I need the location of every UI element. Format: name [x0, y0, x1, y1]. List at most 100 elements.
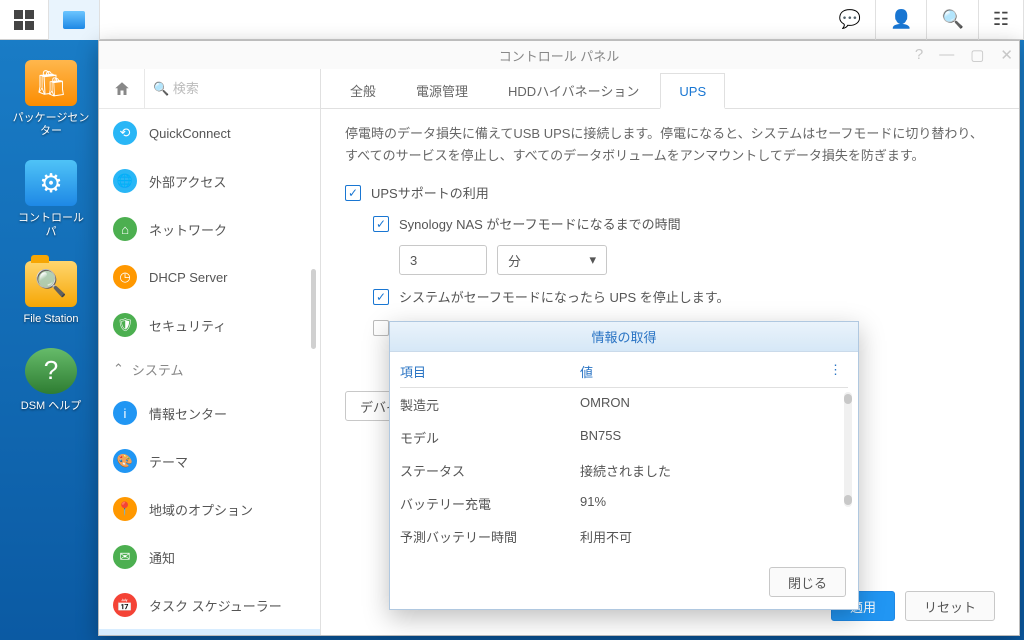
- desktop-control-panel[interactable]: ⚙ コントロール パ: [12, 160, 90, 238]
- sidebar-item-label: ネットワーク: [149, 220, 227, 239]
- taskbar: 💬 👤 🔍 ☷: [0, 0, 1024, 40]
- reset-button[interactable]: リセット: [905, 591, 995, 621]
- info-icon: i: [113, 401, 137, 425]
- tab-ups[interactable]: UPS: [660, 73, 725, 109]
- sidebar-item-label: QuickConnect: [149, 126, 231, 141]
- sidebar-item-info-center[interactable]: i 情報センター: [99, 389, 320, 437]
- tab-hdd-hibernation[interactable]: HDDハイバネーション: [489, 70, 658, 108]
- window-title: コントロール パネル: [499, 46, 620, 65]
- chevron-down-icon: ⌃: [113, 361, 124, 377]
- taskbar-search-button[interactable]: 🔍: [927, 0, 978, 40]
- sidebar-item-label: 地域のオプション: [149, 500, 253, 519]
- network-ups-checkbox[interactable]: ✓: [373, 320, 389, 336]
- shutdown-ups-label: システムがセーフモードになったら UPS を停止します。: [399, 287, 729, 306]
- apps-icon: [14, 10, 34, 30]
- chat-icon: 💬: [839, 9, 861, 30]
- message-icon: ✉: [113, 545, 137, 569]
- desktop-label: DSM ヘルプ: [21, 400, 82, 413]
- sidebar-item-external-access[interactable]: 🌐 外部アクセス: [99, 157, 320, 205]
- table-row: 予測バッテリー時間利用不可: [400, 520, 848, 553]
- desktop-icons: 🛍 パッケージセンター ⚙ コントロール パ 🔍 File Station ? …: [12, 60, 90, 413]
- sidebar-item-theme[interactable]: 🎨 テーマ: [99, 437, 320, 485]
- window-minimize-button[interactable]: —: [939, 46, 954, 64]
- tab-power-management[interactable]: 電源管理: [397, 70, 487, 108]
- file-station-icon: 🔍: [25, 261, 77, 307]
- taskbar-user-button[interactable]: 👤: [876, 0, 927, 40]
- taskbar-chat-button[interactable]: 💬: [825, 0, 876, 40]
- ups-support-checkbox[interactable]: ✓: [345, 185, 361, 201]
- safemode-time-unit-select[interactable]: 分▾: [497, 245, 607, 275]
- tabs: 全般 電源管理 HDDハイバネーション UPS: [321, 69, 1019, 109]
- taskbar-widgets-button[interactable]: ☷: [979, 0, 1024, 40]
- safemode-time-checkbox[interactable]: ✓: [373, 216, 389, 232]
- dialog-titlebar[interactable]: 情報の取得: [390, 322, 858, 352]
- control-panel-window: コントロール パネル ? — ▢ ✕ 🔍 ⟲QuickConnect 🌐 外部アク…: [98, 40, 1020, 636]
- sidebar-item-label: セキュリティ: [149, 316, 226, 335]
- taskbar-app-control-panel[interactable]: [49, 0, 100, 40]
- desktop-label: File Station: [23, 313, 78, 326]
- dialog-scrollbar[interactable]: [844, 392, 852, 507]
- sidebar-item-dhcp[interactable]: ◷ DHCP Server: [99, 253, 320, 301]
- table-row: モデルBN75S: [400, 421, 848, 454]
- safemode-time-label: Synology NAS がセーフモードになるまでの時間: [399, 214, 681, 233]
- palette-icon: 🎨: [113, 449, 137, 473]
- dialog-close-button[interactable]: 閉じる: [769, 567, 846, 597]
- control-panel-icon: ⚙: [25, 160, 77, 206]
- dhcp-icon: ◷: [113, 265, 137, 289]
- user-icon: 👤: [890, 9, 912, 30]
- sidebar-item-label: タスク スケジューラー: [149, 596, 282, 615]
- help-icon: ?: [25, 348, 77, 394]
- sidebar-item-notification[interactable]: ✉ 通知: [99, 533, 320, 581]
- column-value[interactable]: 値: [580, 362, 829, 381]
- search-icon: 🔍: [941, 9, 963, 30]
- sidebar-search-input[interactable]: [173, 81, 312, 96]
- sidebar: 🔍 ⟲QuickConnect 🌐 外部アクセス ⌂ ネットワーク ◷ DHCP Se…: [99, 69, 321, 635]
- ups-support-label: UPSサポートの利用: [371, 183, 489, 202]
- sidebar-list[interactable]: ⟲QuickConnect 🌐 外部アクセス ⌂ ネットワーク ◷ DHCP Serv…: [99, 109, 320, 635]
- table-row: ステータス接続されました: [400, 454, 848, 487]
- ups-description: 停電時のデータ損失に備えてUSB UPSに接続します。停電になると、システムはセ…: [345, 123, 995, 167]
- calendar-icon: 📅: [113, 593, 137, 617]
- sidebar-item-task-scheduler[interactable]: 📅 タスク スケジューラー: [99, 581, 320, 629]
- sidebar-item-regional[interactable]: 📍地域のオプション: [99, 485, 320, 533]
- sidebar-item-security[interactable]: 🛡 セキュリティ: [99, 301, 320, 349]
- sidebar-home-button[interactable]: [99, 69, 145, 109]
- window-close-button[interactable]: ✕: [1000, 46, 1013, 64]
- widgets-icon: ☷: [993, 9, 1009, 30]
- sidebar-item-network[interactable]: ⌂ ネットワーク: [99, 205, 320, 253]
- network-icon: ⌂: [113, 217, 137, 241]
- sidebar-item-hardware-power[interactable]: 💡ハードウェアと電源: [99, 629, 320, 635]
- desktop-label: パッケージセンター: [12, 112, 90, 138]
- sidebar-section-system[interactable]: ⌃システム: [99, 349, 320, 389]
- package-center-icon: 🛍: [25, 60, 77, 106]
- safemode-time-input[interactable]: 3: [399, 245, 487, 275]
- shutdown-ups-checkbox[interactable]: ✓: [373, 289, 389, 305]
- sidebar-item-label: DHCP Server: [149, 270, 228, 285]
- column-menu-button[interactable]: ⋮: [829, 362, 848, 381]
- desktop-package-center[interactable]: 🛍 パッケージセンター: [12, 60, 90, 138]
- sidebar-item-label: テーマ: [149, 452, 188, 471]
- table-row: バッテリー充電91%: [400, 487, 848, 520]
- dialog-table-header: 項目 値 ⋮: [400, 362, 848, 388]
- shield-icon: 🛡: [113, 313, 137, 337]
- window-titlebar[interactable]: コントロール パネル ? — ▢ ✕: [99, 41, 1019, 69]
- sidebar-scrollbar[interactable]: [311, 269, 316, 349]
- sidebar-item-label: 情報センター: [149, 404, 227, 423]
- globe-icon: 🌐: [113, 169, 137, 193]
- window-maximize-button[interactable]: ▢: [970, 46, 984, 64]
- table-row: 製造元OMRON: [400, 388, 848, 421]
- chevron-down-icon: ▾: [589, 252, 596, 268]
- sidebar-item-label: 通知: [149, 548, 175, 567]
- search-icon: 🔍: [153, 81, 169, 97]
- desktop-dsm-help[interactable]: ? DSM ヘルプ: [21, 348, 82, 413]
- window-help-button[interactable]: ?: [915, 46, 923, 64]
- desktop-label: コントロール パ: [12, 212, 90, 238]
- tab-general[interactable]: 全般: [331, 70, 395, 108]
- apps-menu-button[interactable]: [0, 0, 49, 40]
- dialog-title: 情報の取得: [591, 327, 656, 346]
- column-item[interactable]: 項目: [400, 362, 580, 381]
- device-info-dialog: 情報の取得 項目 値 ⋮ 製造元OMRON モデルBN75S ステータス接続され…: [389, 321, 859, 610]
- sidebar-item-label: 外部アクセス: [149, 172, 226, 191]
- sidebar-item-quickconnect[interactable]: ⟲QuickConnect: [99, 109, 320, 157]
- desktop-file-station[interactable]: 🔍 File Station: [23, 261, 78, 326]
